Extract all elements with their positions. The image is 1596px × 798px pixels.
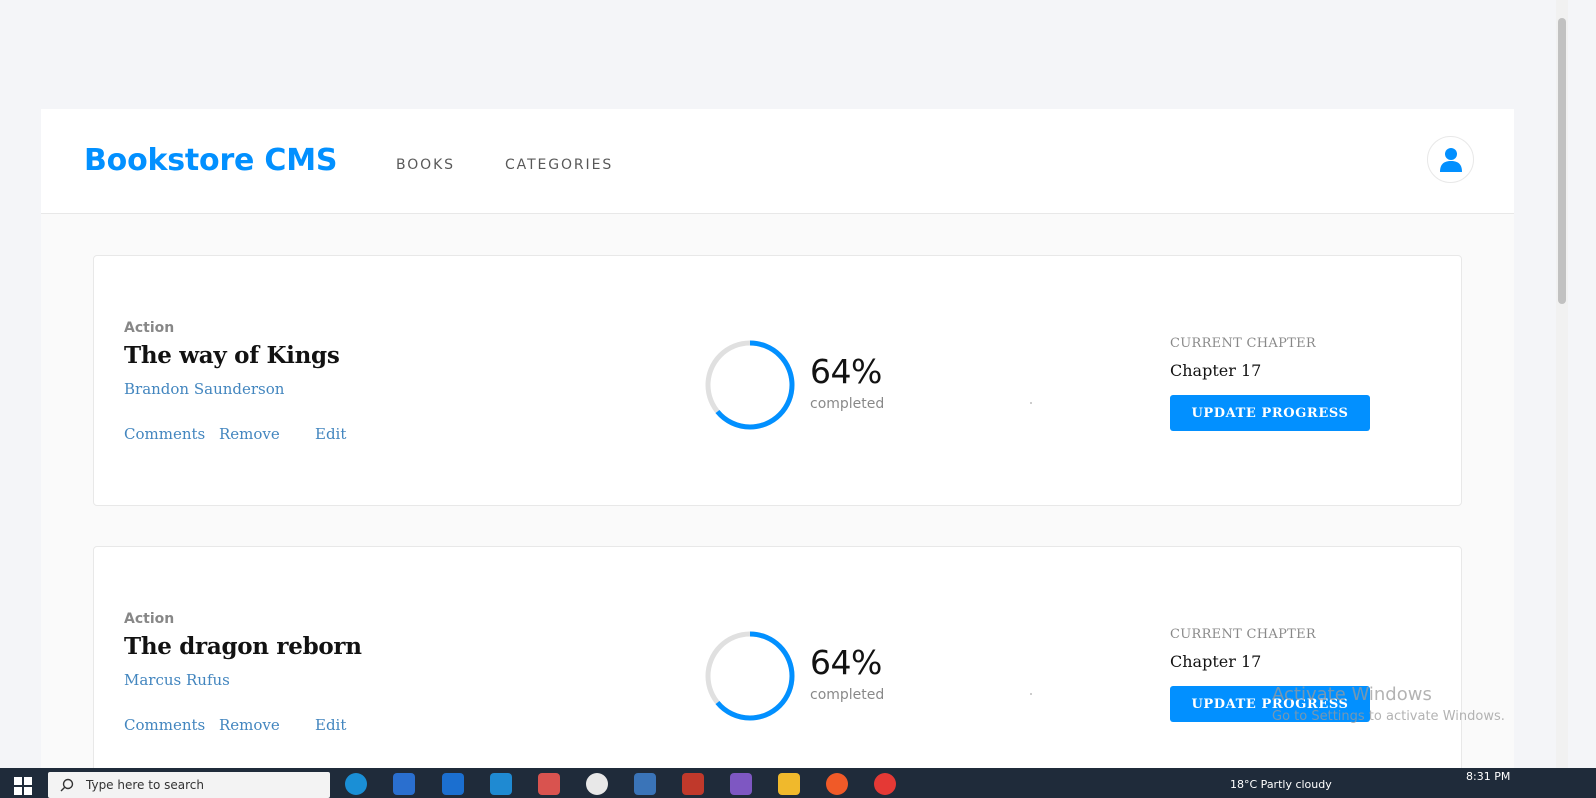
progress-completed-label: completed — [810, 687, 885, 703]
progress-completed-label: completed — [810, 396, 885, 412]
taskbar-search[interactable]: Type here to search — [48, 772, 330, 798]
current-chapter-label: CURRENT CHAPTER — [1170, 627, 1317, 642]
database-icon[interactable] — [634, 773, 656, 795]
nav-categories[interactable]: CATEGORIES — [505, 157, 613, 173]
remove-button[interactable]: Remove — [219, 425, 280, 443]
update-progress-button[interactable]: UPDATE PROGRESS — [1170, 395, 1370, 431]
chrome-icon[interactable] — [874, 773, 896, 795]
progress-ring — [705, 631, 795, 721]
file-explorer-icon[interactable] — [778, 773, 800, 795]
vscode-icon[interactable] — [490, 773, 512, 795]
nav-books[interactable]: BOOKS — [396, 157, 455, 173]
site-header: Bookstore CMS BOOKS CATEGORIES — [41, 109, 1514, 214]
book-card: Action The dragon reborn Marcus Rufus Co… — [93, 546, 1462, 797]
edit-button[interactable]: Edit — [315, 716, 346, 734]
comments-button[interactable]: Comments — [124, 425, 205, 443]
user-icon — [1439, 147, 1462, 172]
chrome-dev-icon[interactable] — [586, 773, 608, 795]
divider — [1030, 693, 1032, 695]
book-author[interactable]: Brandon Saunderson — [124, 380, 284, 398]
scrollbar-thumb[interactable] — [1558, 18, 1566, 304]
book-genre: Action — [124, 320, 175, 336]
activation-watermark-subtitle: Go to Settings to activate Windows. — [1272, 709, 1505, 724]
progress-ring — [705, 340, 795, 430]
taskbar-clock[interactable]: 8:31 PM — [1466, 770, 1510, 783]
book-title: The dragon reborn — [124, 633, 362, 660]
page-scrollbar[interactable] — [1556, 0, 1568, 798]
progress-percent: 64% — [810, 352, 882, 391]
user-avatar-button[interactable] — [1427, 136, 1474, 183]
book-author[interactable]: Marcus Rufus — [124, 671, 230, 689]
windows-logo-icon[interactable] — [14, 777, 32, 795]
remove-button[interactable]: Remove — [219, 716, 280, 734]
app-icon[interactable] — [682, 773, 704, 795]
mail-icon[interactable] — [442, 773, 464, 795]
current-chapter-label: CURRENT CHAPTER — [1170, 336, 1317, 351]
edge-icon[interactable] — [345, 773, 367, 795]
comments-button[interactable]: Comments — [124, 716, 205, 734]
windows-taskbar: Type here to search 18°C Partly cloudy 8… — [0, 768, 1596, 798]
divider — [1030, 402, 1032, 404]
activation-watermark-title: Activate Windows — [1272, 684, 1432, 705]
current-chapter: Chapter 17 — [1170, 652, 1262, 671]
book-title: The way of Kings — [124, 342, 340, 369]
brand-logo[interactable]: Bookstore CMS — [84, 143, 338, 178]
progress-percent: 64% — [810, 643, 882, 682]
current-chapter: Chapter 17 — [1170, 361, 1262, 380]
search-icon — [60, 778, 74, 792]
visual-studio-icon[interactable] — [730, 773, 752, 795]
book-genre: Action — [124, 611, 175, 627]
edit-button[interactable]: Edit — [315, 425, 346, 443]
paint-icon[interactable] — [538, 773, 560, 795]
taskbar-search-placeholder: Type here to search — [86, 778, 204, 792]
book-card: Action The way of Kings Brandon Saunders… — [93, 255, 1462, 506]
store-icon[interactable] — [393, 773, 415, 795]
git-icon[interactable] — [826, 773, 848, 795]
weather-status[interactable]: 18°C Partly cloudy — [1230, 778, 1332, 791]
